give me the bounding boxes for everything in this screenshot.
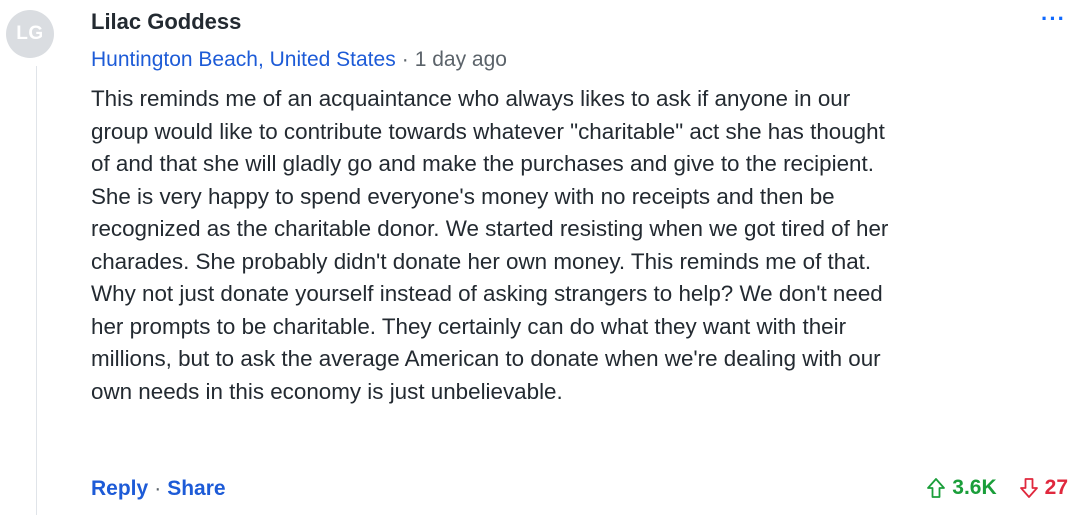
avatar[interactable]: LG bbox=[6, 10, 54, 58]
share-button[interactable]: Share bbox=[167, 477, 225, 500]
comment-timestamp: 1 day ago bbox=[414, 48, 507, 71]
comment-line: her prompts to be charitable. They certa… bbox=[91, 313, 847, 339]
comment-line: millions, but to ask the average America… bbox=[91, 346, 881, 371]
comment-line: recognized as the charitable donor. We s… bbox=[91, 216, 889, 241]
vote-controls: 3.6K 27 bbox=[926, 476, 1068, 500]
comment-line: She is very happy to spend everyone's mo… bbox=[91, 183, 835, 209]
arrow-up-outline-icon bbox=[927, 478, 946, 498]
actions-separator: · bbox=[154, 477, 162, 500]
comment-line: own needs in this economy is just unbeli… bbox=[91, 378, 563, 404]
upvote-count: 3.6K bbox=[952, 476, 997, 499]
comment-line: group would like to contribute towards w… bbox=[91, 118, 885, 144]
comment-actions: Reply · Share bbox=[91, 477, 226, 501]
comment-line: charades. She probably didn't donate her… bbox=[91, 248, 872, 274]
thread-line bbox=[36, 66, 37, 515]
reply-button[interactable]: Reply bbox=[91, 477, 148, 500]
comment-line: of and that she will gladly go and make … bbox=[91, 151, 874, 176]
arrow-down-outline-icon bbox=[1019, 478, 1038, 498]
meta-separator: · bbox=[401, 48, 409, 71]
comment-author[interactable]: Lilac Goddess bbox=[91, 9, 241, 35]
comment-location[interactable]: Huntington Beach, United States bbox=[91, 48, 396, 71]
upvote-button[interactable]: 3.6K bbox=[926, 476, 997, 500]
comment-line: This reminds me of an acquaintance who a… bbox=[91, 86, 851, 111]
downvote-button[interactable]: 27 bbox=[1019, 476, 1068, 500]
comment-body: This reminds me of an acquaintance who a… bbox=[91, 83, 1069, 408]
downvote-count: 27 bbox=[1044, 476, 1068, 499]
comment-line: Why not just donate yourself instead of … bbox=[91, 281, 883, 306]
comment-meta: Huntington Beach, United States · 1 day ag… bbox=[91, 48, 507, 72]
more-options-icon[interactable]: ··· bbox=[1041, 6, 1066, 32]
